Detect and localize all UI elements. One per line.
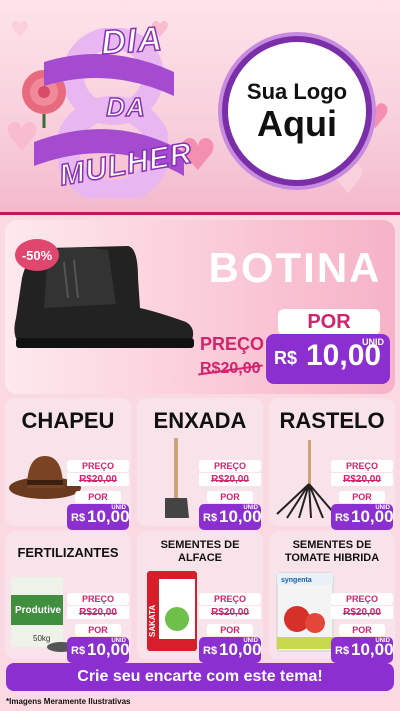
currency-label: R$	[71, 645, 86, 657]
old-price: R$20,00	[67, 606, 129, 619]
product-name: SEMENTES DE TOMATE HIBRIDA	[284, 539, 380, 564]
currency-label: R$	[71, 512, 86, 524]
featured-por-label: POR	[278, 309, 380, 335]
product-card[interactable]: CHAPEU PREÇO R$20,00 POR R$ 10,00 UNID	[5, 398, 131, 530]
tomato-seed-packet-image: syngenta	[276, 572, 334, 652]
unit-label: UNID	[243, 638, 258, 644]
old-price: R$20,00	[67, 473, 129, 486]
currency-label: R$	[335, 512, 350, 524]
title-dia: DIA	[99, 19, 165, 63]
product-card[interactable]: RASTELO PREÇO R$20,00 POR R$ 10,00 UNID	[269, 398, 395, 530]
cta-button[interactable]: Crie seu encarte com este tema!	[6, 663, 394, 691]
logo-line2: Aqui	[257, 103, 337, 145]
old-price: R$20,00	[199, 606, 261, 619]
price-box: R$ 10,00 UNID	[331, 637, 394, 663]
product-card[interactable]: SEMENTES DE ALFACE SAKATA PREÇO R$20,00 …	[137, 531, 263, 663]
price-box: R$ 10,00 UNID	[67, 504, 130, 530]
rake-image	[276, 440, 334, 519]
product-card[interactable]: ENXADA PREÇO R$20,00 POR R$ 10,00 UNID	[137, 398, 263, 530]
preco-label: PREÇO	[67, 460, 129, 472]
product-name: SEMENTES DE ALFACE	[160, 539, 240, 564]
unit-label: UNID	[362, 337, 384, 347]
por-label: POR	[339, 491, 385, 503]
logo-line1: Sua Logo	[246, 79, 348, 105]
por-label: POR	[75, 624, 121, 636]
lettuce-seed-packet-image: SAKATA	[147, 571, 197, 651]
old-price: R$20,00	[331, 473, 393, 486]
unit-label: UNID	[111, 638, 126, 644]
footer-note: *Imagens Meramente Ilustrativas	[6, 697, 131, 706]
unit-label: UNID	[243, 505, 258, 511]
package-weight: 50kg	[33, 634, 50, 643]
old-price: R$20,00	[331, 606, 393, 619]
product-name: FERTILIZANTES	[17, 545, 119, 560]
price-tag: PREÇO R$20,00 POR R$ 10,00 UNID	[331, 593, 394, 663]
currency-label: R$	[335, 645, 350, 657]
discount-badge: -50%	[15, 239, 59, 271]
logo-placeholder[interactable]: Sua Logo Aqui	[222, 36, 372, 186]
package-brand: syngenta	[281, 577, 312, 584]
featured-price-box: R$ 10,00 UNID	[266, 334, 390, 384]
fertilizer-bag-image: Produtive 50kg	[11, 577, 75, 652]
price-tag: PREÇO R$20,00 POR R$ 10,00 UNID	[67, 593, 130, 663]
por-label: POR	[339, 624, 385, 636]
currency-label: R$	[203, 512, 218, 524]
product-card[interactable]: SEMENTES DE TOMATE HIBRIDA syngenta PREÇ…	[269, 531, 395, 663]
currency-label: R$	[274, 348, 298, 368]
heart-icon: ♥	[10, 18, 30, 43]
por-label: POR	[75, 491, 121, 503]
price-tag: PREÇO R$20,00 POR R$ 10,00 UNID	[67, 460, 130, 530]
product-name: RASTELO	[279, 408, 385, 433]
product-name: ENXADA	[153, 408, 247, 433]
price-box: R$ 10,00 UNID	[331, 504, 394, 530]
preco-label: PREÇO	[199, 460, 261, 472]
product-card[interactable]: FERTILIZANTES Produtive 50kg PREÇO R$20,…	[5, 531, 131, 663]
product-name: CHAPEU	[21, 408, 115, 433]
price-box: R$ 10,00 UNID	[199, 504, 262, 530]
preco-label: PREÇO	[199, 593, 261, 605]
package-brand: SAKATA	[148, 605, 157, 637]
hoe-image	[165, 438, 189, 518]
old-price: R$20,00	[199, 473, 261, 486]
por-label: POR	[207, 491, 253, 503]
unit-label: UNID	[375, 638, 390, 644]
package-brand: Produtive	[15, 605, 62, 616]
preco-label: PREÇO	[331, 593, 393, 605]
price-tag: PREÇO R$20,00 POR R$ 10,00 UNID	[331, 460, 394, 530]
featured-title: BOTINA	[208, 244, 382, 291]
price-tag: PREÇO R$20,00 POR R$ 10,00 UNID	[199, 593, 262, 663]
unit-label: UNID	[111, 505, 126, 511]
price-tag: PREÇO R$20,00 POR R$ 10,00 UNID	[199, 460, 262, 530]
price-box: R$ 10,00 UNID	[199, 637, 262, 663]
por-label: POR	[207, 624, 253, 636]
currency-label: R$	[203, 645, 218, 657]
header-banner: ♥ ♥ ♥ ♥ ♥ ♥ DIA DA MULHER Sua Logo Aqui	[0, 0, 400, 214]
divider	[0, 212, 400, 215]
featured-preco-label: PREÇO	[200, 334, 265, 354]
preco-label: PREÇO	[67, 593, 129, 605]
featured-old-price: R$20,00	[200, 360, 261, 377]
preco-label: PREÇO	[331, 460, 393, 472]
unit-label: UNID	[375, 505, 390, 511]
price-box: R$ 10,00 UNID	[67, 637, 130, 663]
title-da: DA	[105, 91, 146, 123]
